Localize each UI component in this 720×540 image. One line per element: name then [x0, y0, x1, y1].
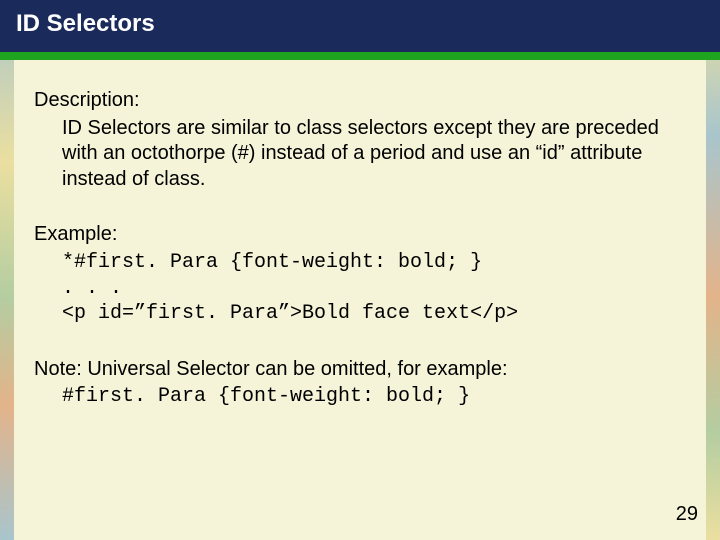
page-number: 29: [676, 503, 698, 526]
example-block: Example: *#first. Para {font-weight: bol…: [34, 222, 686, 326]
example-label: Example:: [34, 222, 686, 248]
slide-title: ID Selectors: [0, 0, 720, 52]
description-block: Description: ID Selectors are similar to…: [34, 88, 686, 192]
description-label: Description:: [34, 88, 686, 114]
example-code-line-1: *#first. Para {font-weight: bold; }: [34, 250, 686, 276]
example-code-line-3: <p id=”first. Para”>Bold face text</p>: [34, 301, 686, 327]
slide: ID Selectors Description: ID Selectors a…: [0, 0, 720, 540]
note-label: Note: Universal Selector can be omitted,…: [34, 357, 686, 383]
note-code: #first. Para {font-weight: bold; }: [34, 384, 686, 410]
description-body: ID Selectors are similar to class select…: [34, 116, 686, 193]
accent-strip: [0, 52, 720, 60]
slide-content: Description: ID Selectors are similar to…: [0, 60, 720, 540]
note-block: Note: Universal Selector can be omitted,…: [34, 357, 686, 410]
example-code-line-2: . . .: [34, 276, 686, 302]
